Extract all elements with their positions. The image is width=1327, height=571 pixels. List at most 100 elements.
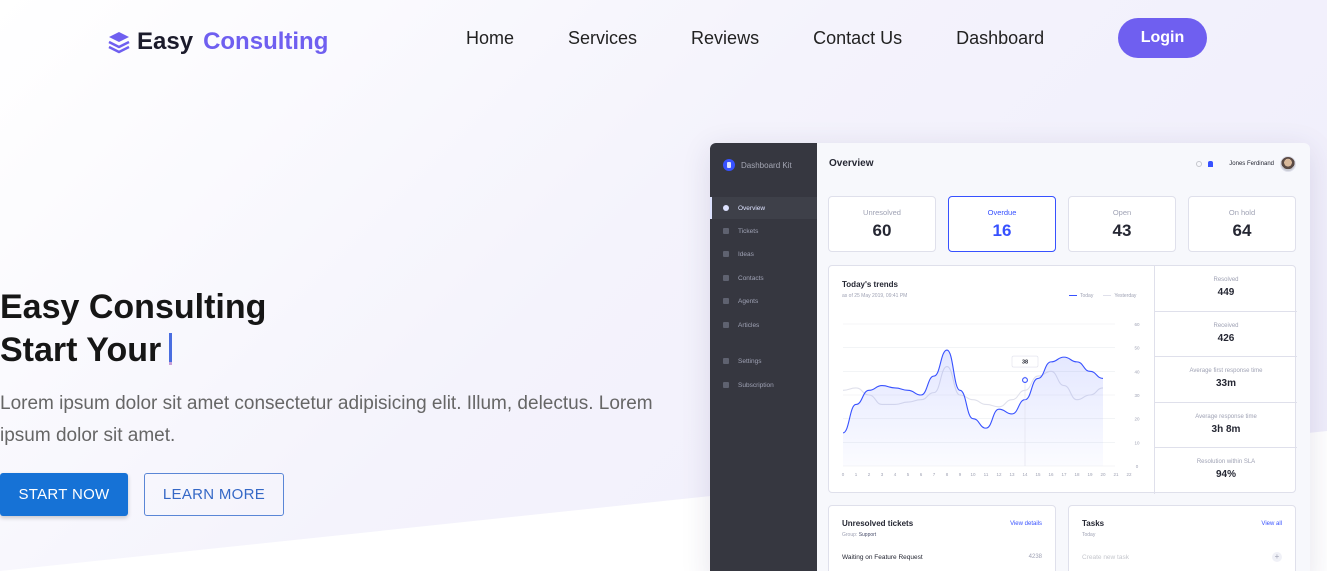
kit-logo-icon — [723, 159, 735, 171]
nav-home[interactable]: Home — [466, 28, 514, 49]
ticket-row-value: 4238 — [1028, 554, 1042, 560]
sidebar-label: Overview — [738, 204, 766, 212]
x-tick-label: 7 — [933, 472, 936, 477]
kpi-received: Received 426 — [1155, 312, 1297, 358]
kpi-label: Resolved — [1213, 277, 1239, 283]
stat-label: Open — [1112, 208, 1132, 217]
x-tick-label: 4 — [894, 472, 897, 477]
y-tick-label: 60 — [1134, 322, 1140, 327]
highlight-point — [1022, 377, 1028, 384]
sidebar-label: Articles — [738, 321, 760, 329]
panel-subtitle: Today — [1082, 532, 1096, 538]
stat-card-open: Open 43 — [1068, 196, 1176, 252]
nav-reviews[interactable]: Reviews — [691, 28, 759, 49]
x-tick-label: 22 — [1126, 472, 1132, 477]
kpi-avg-response: Average response time 3h 8m — [1155, 403, 1297, 449]
x-tick-label: 2 — [868, 472, 871, 477]
stat-value: 16 — [992, 221, 1012, 240]
avatar — [1280, 156, 1296, 172]
nav-services[interactable]: Services — [568, 28, 637, 49]
x-tick-label: 10 — [970, 472, 976, 477]
view-all-link: View all — [1261, 521, 1282, 527]
login-button[interactable]: Login — [1118, 18, 1207, 58]
nav-dashboard[interactable]: Dashboard — [956, 28, 1044, 49]
brand-word-consulting: Consulting — [203, 28, 329, 55]
stat-value: 60 — [872, 221, 892, 240]
award-icon — [723, 382, 729, 388]
x-tick-label: 8 — [946, 472, 949, 477]
stat-card-overdue: Overdue 16 — [948, 196, 1056, 252]
trends-line-chart: 01020304050600 1 2 3 4 5 6 7 8 9 10 11 12 13 14 15 16 17 1… — [842, 322, 1140, 477]
brand-word-easy: Easy — [137, 28, 194, 55]
hero-title-line2: Start Your — [0, 331, 162, 369]
dashboard-page-title: Overview — [829, 158, 874, 169]
stat-card-on-hold: On hold 64 — [1188, 196, 1296, 252]
kpi-value: 426 — [1217, 332, 1235, 344]
book-icon — [723, 322, 729, 328]
kpi-label: Average first response time — [1189, 368, 1263, 375]
bell-icon — [1208, 161, 1214, 167]
x-tick-label: 19 — [1087, 472, 1093, 477]
y-tick-label: 20 — [1134, 417, 1140, 422]
x-tick-label: 18 — [1074, 472, 1080, 477]
panel-title: Unresolved tickets — [842, 519, 914, 528]
sidebar-item-agents: Agents — [710, 290, 817, 312]
kpi-value: 449 — [1217, 287, 1235, 298]
ticket-row-label: Waiting on Feature Request — [842, 554, 923, 561]
sidebar-item-contacts: Contacts — [710, 267, 817, 289]
plus-icon: + — [1272, 552, 1282, 562]
brand-logo[interactable]: Easy Consulting — [107, 28, 328, 56]
series-today-area — [843, 350, 1103, 466]
y-tick-label: 0 — [1136, 464, 1139, 469]
y-tick-label: 50 — [1134, 346, 1140, 351]
hero-title-line1: Easy Consulting — [0, 288, 267, 326]
create-task-placeholder: Create new task — [1082, 554, 1129, 561]
view-details-link: View details — [1010, 521, 1042, 527]
stat-label: On hold — [1228, 208, 1256, 217]
contacts-icon — [723, 275, 729, 281]
kpi-label: Received — [1213, 322, 1239, 329]
ticket-icon — [723, 228, 729, 234]
typing-cursor — [169, 333, 173, 365]
agent-icon — [723, 298, 729, 304]
kpi-first-response: Average first response time 33m — [1155, 357, 1297, 403]
dashboard-kit-brand: Dashboard Kit — [723, 159, 792, 171]
x-tick-label: 14 — [1022, 472, 1028, 477]
layers-icon — [108, 32, 130, 54]
nav-links: Home Services Reviews Contact Us Dashboa… — [466, 28, 1098, 49]
x-tick-label: 0 — [842, 472, 845, 477]
kpi-sla: Resolution within SLA 94% — [1155, 448, 1297, 494]
x-tick-label: 21 — [1113, 472, 1119, 477]
learn-more-button[interactable]: LEARN MORE — [144, 473, 284, 516]
x-tick-label: 13 — [1009, 472, 1015, 477]
kpi-resolved: Resolved 449 — [1155, 266, 1297, 312]
kpi-column: Resolved 449 Received 426 Average first re… — [1154, 266, 1297, 494]
trends-card: Today's trends as of 25 May 2019, 09:41 … — [828, 265, 1297, 494]
x-tick-label: 16 — [1048, 472, 1054, 477]
navbar: Easy Consulting Home Services Reviews Con… — [0, 0, 1327, 80]
x-tick-label: 5 — [907, 472, 910, 477]
user-name: Jones Ferdinand — [1229, 161, 1274, 167]
sidebar-label: Subscription — [738, 381, 774, 389]
panel-title: Tasks — [1082, 519, 1105, 528]
stat-value: 43 — [1112, 221, 1132, 240]
y-tick-label: 40 — [1134, 369, 1140, 374]
x-tick-label: 17 — [1061, 472, 1067, 477]
dashboard-preview: Dashboard Kit Overview Tickets Ideas Con… — [710, 143, 1310, 571]
kpi-value: 94% — [1215, 469, 1236, 481]
stat-label: Unresolved — [863, 208, 901, 217]
nav-contact-us[interactable]: Contact Us — [813, 28, 902, 49]
sidebar-item-ideas: Ideas — [710, 243, 817, 265]
sidebar-item-articles: Articles — [710, 314, 817, 336]
stat-label: Overdue — [987, 208, 1017, 217]
sidebar-label: Tickets — [738, 227, 759, 235]
y-tick-label: 10 — [1134, 440, 1140, 445]
sidebar-label: Ideas — [738, 250, 754, 258]
search-icon — [1196, 161, 1203, 167]
tooltip-value: 38 — [1022, 360, 1028, 366]
sidebar-label: Settings — [738, 357, 762, 365]
sidebar-item-overview: Overview — [710, 197, 817, 219]
start-now-button[interactable]: START NOW — [0, 473, 128, 516]
unresolved-tickets-panel: Unresolved tickets View details Group: S… — [828, 505, 1056, 571]
sidebar-item-subscription: Subscription — [710, 374, 817, 396]
